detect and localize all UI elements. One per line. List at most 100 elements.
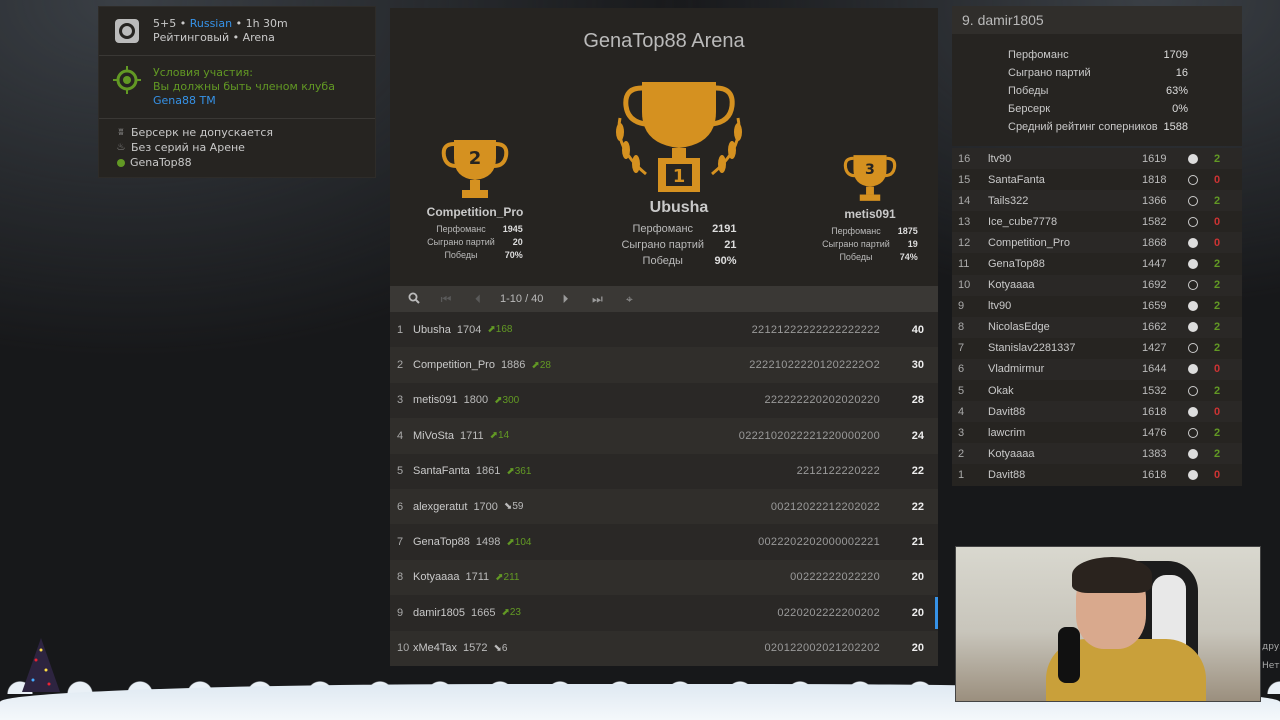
rank: 5	[397, 465, 404, 478]
game-number: 7	[958, 342, 965, 355]
opponent-name[interactable]: SantaFanta	[988, 174, 1142, 186]
rating-diff: 14	[498, 430, 510, 442]
target-icon[interactable]: ⌖	[613, 292, 645, 307]
game-row[interactable]: 9 ltv90 1659 2	[952, 295, 1242, 317]
language-link[interactable]: Russian	[190, 17, 232, 30]
game-row[interactable]: 2 Kotyaaaa 1383 2	[952, 443, 1242, 465]
opponent-name[interactable]: Competition_Pro	[988, 237, 1142, 249]
opponent-name[interactable]: Davit88	[988, 469, 1142, 481]
game-row[interactable]: 16 ltv90 1619 2	[952, 148, 1242, 170]
player-name[interactable]: alexgeratut	[413, 501, 467, 513]
table-row[interactable]: 9 damir1805 1665 ⬈ 23 0220202222200202 20	[390, 595, 938, 631]
player-name[interactable]: GenaTop88	[413, 536, 470, 548]
game-number: 15	[958, 173, 971, 186]
creator-link[interactable]: GenaTop88	[130, 155, 192, 170]
opponent-rating: 1447	[1142, 258, 1167, 271]
opponent-name[interactable]: ltv90	[988, 300, 1142, 312]
table-row[interactable]: 8 Kotyaaaa 1711 ⬈ 211 00222222022220 20	[390, 559, 938, 596]
opponent-name[interactable]: Okak	[988, 385, 1142, 397]
color-indicator	[1188, 448, 1198, 459]
table-row[interactable]: 4 MiVoSta 1711 ⬈ 14 0222102022221220000200 24	[390, 418, 938, 454]
opponent-name[interactable]: Kotyaaaa	[988, 448, 1142, 460]
prev-page-icon[interactable]: ⏴	[462, 292, 494, 307]
game-row[interactable]: 15 SantaFanta 1818 0	[952, 169, 1242, 191]
game-row[interactable]: 12 Competition_Pro 1868 0	[952, 232, 1242, 254]
player-name[interactable]: SantaFanta	[413, 465, 470, 477]
opponent-name[interactable]: Kotyaaaa	[988, 279, 1142, 291]
opponent-name[interactable]: Stanislav2281337	[988, 342, 1142, 354]
opponent-rating: 1366	[1142, 194, 1167, 207]
christmas-tree-decoration	[22, 638, 60, 692]
score-sheet: 00222222022220	[790, 571, 880, 584]
table-row[interactable]: 3 metis091 1800 ⬈ 300 222222220202020220 28	[390, 382, 938, 419]
game-row[interactable]: 3 lawcrim 1476 2	[952, 422, 1242, 444]
player-panel-title: 9. damir1805	[952, 6, 1242, 34]
game-result: 2	[1214, 321, 1221, 334]
game-row[interactable]: 11 GenaTop88 1447 2	[952, 253, 1242, 275]
club-link[interactable]: Gena88 TM	[153, 94, 216, 107]
color-indicator	[1188, 153, 1198, 164]
player-name[interactable]: Competition_Pro	[413, 359, 495, 371]
player-name[interactable]: Ubusha	[413, 324, 451, 336]
rating-diff: 23	[509, 607, 521, 619]
opponent-name[interactable]: ltv90	[988, 153, 1142, 165]
player-name[interactable]: MiVoSta	[413, 430, 454, 442]
opponent-name[interactable]: Ice_cube7778	[988, 216, 1142, 228]
game-row[interactable]: 10 Kotyaaaa 1692 2	[952, 274, 1242, 296]
search-icon[interactable]	[398, 292, 430, 307]
first-page-icon[interactable]: ⏮	[430, 292, 462, 307]
table-row[interactable]: 5 SantaFanta 1861 ⬈ 361 2212122220222 22	[390, 453, 938, 489]
score: 21	[911, 536, 924, 549]
opponent-name[interactable]: GenaTop88	[988, 258, 1142, 270]
player-name[interactable]: Competition_Pro	[410, 205, 540, 219]
game-result: 0	[1214, 468, 1221, 481]
opponent-rating: 1532	[1142, 384, 1167, 397]
table-row[interactable]: 2 Competition_Pro 1886 ⬈ 28 22221022220120222…	[390, 347, 938, 383]
player-name[interactable]: metis091	[810, 207, 930, 221]
game-row[interactable]: 13 Ice_cube7778 1582 0	[952, 211, 1242, 233]
next-page-icon[interactable]: ⏵	[549, 292, 581, 307]
last-page-icon[interactable]: ⏭	[581, 292, 613, 307]
game-row[interactable]: 4 Davit88 1618 0	[952, 401, 1242, 423]
game-row[interactable]: 8 NicolasEdge 1662 2	[952, 316, 1242, 338]
game-result: 2	[1214, 194, 1221, 207]
opponent-name[interactable]: Davit88	[988, 406, 1142, 418]
player-name[interactable]: xMe4Tax	[413, 642, 457, 654]
place-number: 2	[469, 148, 482, 169]
rating-diff: 300	[502, 394, 520, 406]
table-row[interactable]: 1 Ubusha 1704 ⬈ 168 22121222222222222222 40	[390, 312, 938, 348]
game-row[interactable]: 1 Davit88 1618 0	[952, 464, 1242, 486]
stat-label: Средний рейтинг соперников	[1008, 121, 1158, 133]
player-name[interactable]: metis091	[413, 394, 458, 406]
game-row[interactable]: 6 Vladmirmur 1644 0	[952, 358, 1242, 381]
stat-value: 0%	[1172, 103, 1188, 115]
game-row[interactable]: 14 Tails322 1366 2	[952, 190, 1242, 212]
player-name[interactable]: Ubusha	[604, 199, 754, 217]
opponent-name[interactable]: Vladmirmur	[988, 363, 1142, 375]
game-number: 2	[958, 447, 965, 460]
opponent-name[interactable]: lawcrim	[988, 427, 1142, 439]
game-number: 5	[958, 384, 965, 397]
game-row[interactable]: 7 Stanislav2281337 1427 2	[952, 337, 1242, 359]
rating: 1711	[465, 571, 490, 584]
side-text: друз	[1262, 642, 1280, 652]
table-row[interactable]: 10 xMe4Tax 1572 ⬊ 6 020122002021202202 20	[390, 630, 938, 666]
tournament-type: Рейтинговый • Arena	[153, 31, 275, 44]
game-result: 2	[1214, 279, 1221, 292]
game-row[interactable]: 5 Okak 1532 2	[952, 380, 1242, 402]
opponent-name[interactable]: NicolasEdge	[988, 321, 1142, 333]
page-title: GenaTop88 Arena	[583, 30, 745, 52]
score: 30	[911, 359, 924, 372]
game-number: 9	[958, 300, 965, 313]
game-number: 1	[958, 468, 965, 481]
game-result: 2	[1214, 152, 1221, 165]
tournament-info-panel: 5+5 • Russian • 1h 30m Рейтинговый • Are…	[98, 6, 376, 178]
arrow-up-icon: ⬈	[501, 607, 510, 619]
player-name[interactable]: Kotyaaaa	[413, 571, 459, 583]
opponent-rating: 1818	[1142, 173, 1167, 186]
opponent-name[interactable]: Tails322	[988, 195, 1142, 207]
table-row[interactable]: 7 GenaTop88 1498 ⬈ 104 0022202202000002221 21	[390, 524, 938, 560]
rules-list: ʬ Берсерк не допускается ♨ Без серий на Ар…	[99, 118, 375, 176]
table-row[interactable]: 6 alexgeratut 1700 ⬊ 59 00212022212202022 22	[390, 488, 938, 525]
player-name[interactable]: damir1805	[413, 607, 465, 619]
